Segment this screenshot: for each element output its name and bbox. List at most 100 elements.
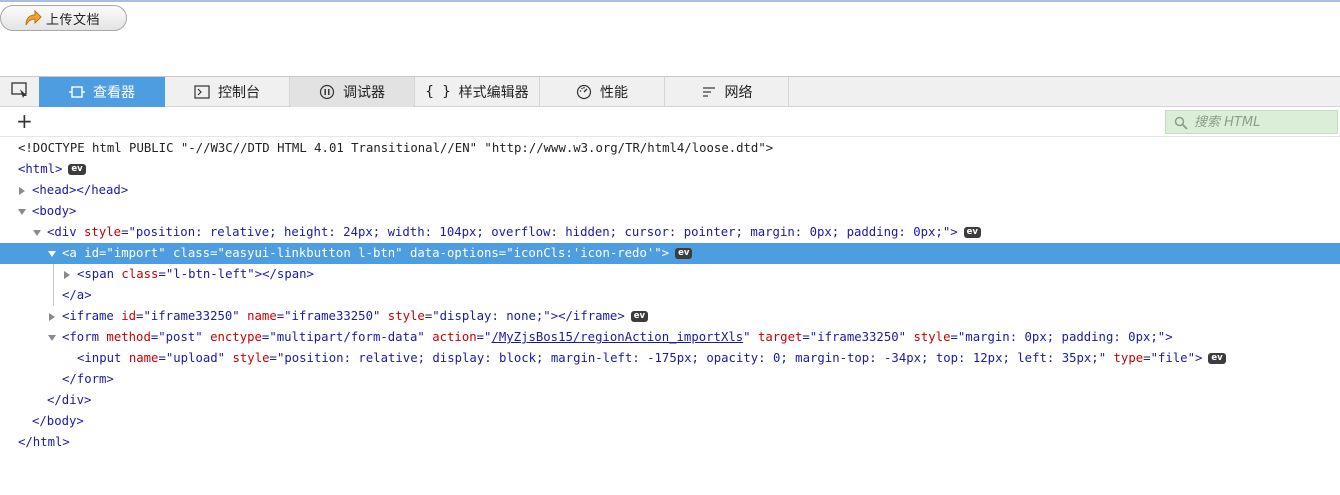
attr-name: style <box>84 225 122 239</box>
iframe-close-tag: ></iframe> <box>550 309 625 323</box>
attr-eq: = <box>1143 351 1151 365</box>
upload-button-label: 上传文档 <box>46 12 101 28</box>
tab-network[interactable]: 网络 <box>665 77 789 107</box>
html-close-tag: </html> <box>18 432 70 453</box>
tab-label: 查看器 <box>93 85 135 101</box>
tree-node-div[interactable]: <div style="position: relative; height: … <box>0 222 1340 243</box>
input-line: <input name="upload" style="position: re… <box>77 348 1226 369</box>
attr-name: name <box>128 351 159 365</box>
tag-close-bracket: > <box>1165 330 1173 344</box>
tree-node-input[interactable]: <input name="upload" style="position: re… <box>0 348 1340 369</box>
debugger-icon <box>319 84 335 100</box>
tree-node-body[interactable]: <body> <box>0 201 1340 222</box>
html-open-tag: <html> <box>18 162 63 176</box>
attr-value: "upload" <box>165 351 226 365</box>
attr-name: action <box>432 330 477 344</box>
a-open-tag: <a id="import" class="easyui-linkbutton … <box>62 246 670 260</box>
attr-eq: =" <box>476 330 492 344</box>
form-action-link[interactable]: /MyZjsBos15/regionAction_importXls <box>491 330 743 344</box>
div-open-line: <div style="position: relative; height: … <box>47 222 981 243</box>
attr-eq: = <box>802 330 810 344</box>
attr-name: method <box>106 330 151 344</box>
form-tag: <form <box>62 330 107 344</box>
tree-node-body-close[interactable]: </body> <box>0 411 1340 432</box>
form-open-line: <form method = "post" enctype = "multipart/f… <box>62 327 1173 348</box>
event-badge[interactable]: ev <box>68 164 86 175</box>
search-html-input[interactable] <box>1192 113 1336 131</box>
body-open-tag: <body> <box>32 201 76 222</box>
attr-quote: " <box>743 330 751 344</box>
search-html-box[interactable] <box>1165 110 1338 134</box>
collapse-toggle-icon[interactable] <box>47 327 57 348</box>
attr-name: target <box>757 330 803 344</box>
attr-name: type <box>1113 351 1144 365</box>
iframe-line: <iframe id="iframe33250" name="iframe332… <box>62 306 649 327</box>
attr-value: "iframe33250" <box>284 309 381 323</box>
tree-node-doctype[interactable]: <!DOCTYPE html PUBLIC "-//W3C//DTD HTML … <box>0 138 1340 159</box>
span-tag: <span <box>77 267 122 281</box>
html-open-line: <html> ev <box>18 159 86 180</box>
devtools-tabbar: 查看器 控制台 调试器 { } 样式编辑器 性能 网络 <box>0 76 1340 107</box>
collapse-toggle-icon[interactable] <box>47 243 57 264</box>
tree-node-span[interactable]: <span class="l-btn-left"></span> <box>0 264 1340 285</box>
body-open-text: <body> <box>32 204 77 218</box>
iframe-tag: <iframe <box>62 309 122 323</box>
attr-name: style <box>387 309 425 323</box>
tree-node-html-close[interactable]: </html> <box>0 432 1340 453</box>
attr-value: "l-btn-left" <box>165 267 255 281</box>
tree-node-form-close[interactable]: </form> <box>0 369 1340 390</box>
doctype-text: <!DOCTYPE html PUBLIC "-//W3C//DTD HTML … <box>18 141 774 155</box>
expand-toggle-icon[interactable] <box>62 264 72 285</box>
tab-performance[interactable]: 性能 <box>540 77 665 107</box>
event-badge[interactable]: ev <box>1208 353 1226 364</box>
inspector-icon <box>69 85 85 99</box>
attr-eq: = <box>950 330 958 344</box>
tree-node-a-close[interactable]: </a> <box>0 285 1340 306</box>
tree-node-html[interactable]: <html> ev <box>0 159 1340 180</box>
tab-debugger[interactable]: 调试器 <box>290 77 415 107</box>
expand-toggle-icon[interactable] <box>17 180 27 201</box>
element-picker-button[interactable] <box>0 77 39 107</box>
event-badge[interactable]: ev <box>630 311 649 322</box>
indent-guide <box>53 264 54 285</box>
indent-guide <box>53 285 54 306</box>
tab-console[interactable]: 控制台 <box>165 77 290 107</box>
collapse-toggle-icon[interactable] <box>17 201 27 222</box>
form-close-text: </form> <box>62 372 114 386</box>
span-close-tag: ></span> <box>254 267 314 281</box>
event-badge[interactable]: ev <box>963 227 981 238</box>
tag-close-bracket: > <box>950 225 958 239</box>
attr-name: style <box>232 351 270 365</box>
tree-node-div-close[interactable]: </div> <box>0 390 1340 411</box>
event-badge[interactable]: ev <box>675 248 693 259</box>
tab-label: 性能 <box>600 85 628 101</box>
a-open-line: <a id="import" class="easyui-linkbutton … <box>62 243 693 264</box>
attr-name: class <box>121 267 159 281</box>
tree-node-form[interactable]: <form method = "post" enctype = "multipart/f… <box>0 327 1340 348</box>
tree-node-iframe[interactable]: <iframe id="iframe33250" name="iframe332… <box>0 306 1340 327</box>
a-close-tag: </a> <box>62 285 92 306</box>
devtools-panel: 查看器 控制台 调试器 { } 样式编辑器 性能 网络 + 搜索 HTML <!… <box>0 76 1340 452</box>
tree-node-head[interactable]: <head></head> <box>0 180 1340 201</box>
performance-icon <box>576 84 592 100</box>
upload-document-button[interactable]: 上传文档 <box>0 5 127 31</box>
div-close-tag: </div> <box>47 390 91 411</box>
markup-tree: <!DOCTYPE html PUBLIC "-//W3C//DTD HTML … <box>0 138 1340 453</box>
tab-label: 控制台 <box>218 85 260 101</box>
tab-style-editor[interactable]: { } 样式编辑器 <box>415 77 540 107</box>
inspector-toolbar: + <box>0 107 1340 137</box>
body-close-tag: </body> <box>32 411 84 432</box>
attr-value: "position: relative; display: block; mar… <box>276 351 1107 365</box>
attr-eq: = <box>158 267 166 281</box>
form-close-tag: </form> <box>62 369 114 390</box>
add-node-button[interactable]: + <box>16 110 33 132</box>
search-icon <box>1174 115 1188 130</box>
network-icon <box>701 85 717 99</box>
attr-name: enctype <box>210 330 262 344</box>
collapse-toggle-icon[interactable] <box>32 222 42 243</box>
tree-node-a-selected[interactable]: <a id="import" class="easyui-linkbutton … <box>0 243 1340 264</box>
span-line: <span class="l-btn-left"></span> <box>77 264 314 285</box>
element-picker-icon <box>10 82 29 102</box>
tab-inspector[interactable]: 查看器 <box>39 77 165 107</box>
expand-toggle-icon[interactable] <box>47 306 57 327</box>
